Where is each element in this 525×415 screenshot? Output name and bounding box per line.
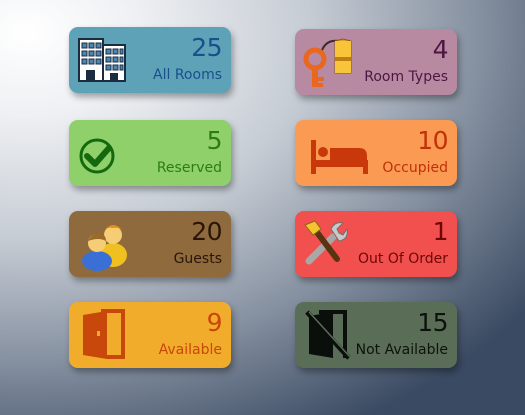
occupied-label: Occupied xyxy=(382,160,448,176)
out-of-order-count: 1 xyxy=(432,217,449,246)
guests-count: 20 xyxy=(191,217,222,246)
checkmark-icon xyxy=(79,138,115,174)
room-types-label: Room Types xyxy=(364,69,448,85)
available-tile[interactable]: 9 Available xyxy=(69,302,231,368)
key-tag-icon xyxy=(303,38,352,87)
tools-icon xyxy=(304,220,348,265)
door-crossed-icon xyxy=(305,310,351,360)
reserved-label: Reserved xyxy=(156,160,222,176)
not-available-label: Not Available xyxy=(355,342,448,358)
out-of-order-tile[interactable]: 1 Out Of Order xyxy=(295,211,457,277)
not-available-tile[interactable]: 15 Not Available xyxy=(295,302,457,368)
bed-icon xyxy=(311,140,368,174)
guests-label: Guests xyxy=(173,251,222,267)
occupied-tile[interactable]: 10 Occupied xyxy=(295,120,457,186)
available-count: 9 xyxy=(206,308,223,337)
out-of-order-label: Out Of Order xyxy=(357,251,448,267)
room-types-tile[interactable]: 4 Room Types xyxy=(295,29,457,95)
not-available-count: 15 xyxy=(417,308,448,337)
all-rooms-count: 25 xyxy=(191,33,222,62)
available-label: Available xyxy=(158,342,222,358)
guests-tile[interactable]: 20 Guests xyxy=(69,211,231,277)
reserved-tile[interactable]: 5 Reserved xyxy=(69,120,231,186)
reserved-count: 5 xyxy=(206,126,223,155)
users-icon xyxy=(82,225,127,271)
building-icon xyxy=(78,38,126,82)
all-rooms-tile[interactable]: 25 All Rooms xyxy=(69,27,231,93)
open-door-icon xyxy=(83,309,125,359)
all-rooms-label: All Rooms xyxy=(153,67,222,83)
room-types-count: 4 xyxy=(432,35,449,64)
occupied-count: 10 xyxy=(417,126,448,155)
